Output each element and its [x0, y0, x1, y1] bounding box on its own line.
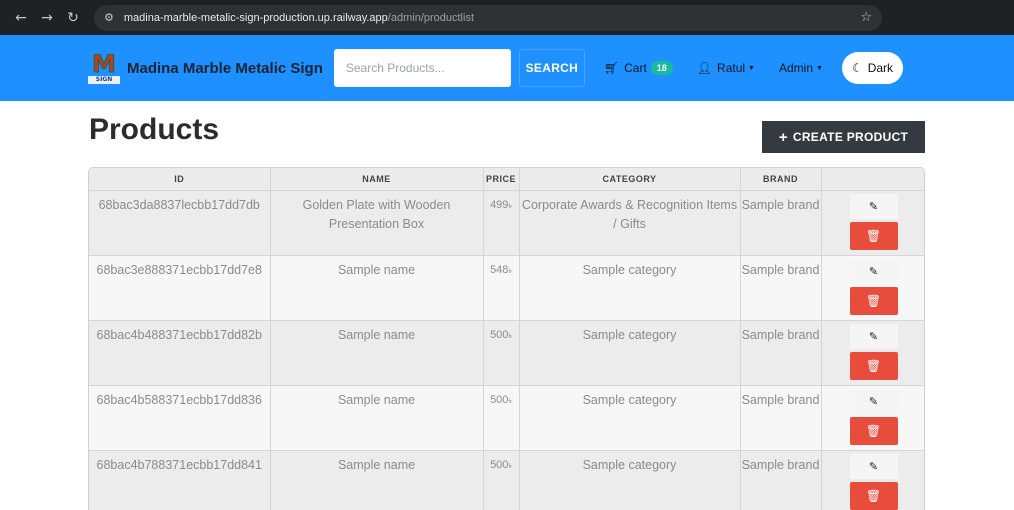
chevron-down-icon: ▼ [816, 64, 823, 72]
cell-name: Sample name [270, 255, 484, 321]
delete-button[interactable]: 🗑︎ [849, 416, 898, 445]
edit-button[interactable]: ✎ [849, 258, 898, 284]
edit-icon: ✎ [868, 200, 879, 213]
cell-name: Sample name [270, 320, 484, 386]
theme-label: Dark [867, 61, 894, 75]
header-brand: BRAND [740, 168, 822, 191]
cell-name: Sample name [270, 385, 484, 451]
cart-count-badge: 18 [650, 61, 673, 75]
create-product-button[interactable]: + CREATE PRODUCT [762, 121, 925, 153]
delete-button[interactable]: 🗑︎ [849, 286, 898, 315]
site-settings-icon[interactable]: ⚙ [104, 11, 114, 24]
cell-actions: ✎ 🗑︎ [821, 190, 924, 256]
cell-id: 68bac4b588371ecbb17dd836 [89, 385, 271, 451]
table-row: 68bac4b788371ecbb17dd841 Sample name 500… [89, 450, 924, 510]
edit-button[interactable]: ✎ [849, 388, 898, 414]
cell-brand: Sample brand [740, 255, 822, 321]
delete-button[interactable]: 🗑︎ [849, 351, 898, 380]
cell-brand: Sample brand [740, 385, 822, 451]
trash-icon: 🗑︎ [865, 358, 882, 373]
edit-icon: ✎ [868, 460, 879, 473]
delete-button[interactable]: 🗑︎ [849, 221, 898, 250]
table-row: 68bac3e888371ecbb17dd7e8 Sample name 548… [89, 255, 924, 321]
cart-icon: 🛒︎ [603, 61, 620, 75]
header-actions [821, 168, 924, 191]
browser-toolbar: ← → ↻ ⚙ madina-marble-metalic-sign-produ… [0, 0, 1014, 35]
edit-button[interactable]: ✎ [849, 323, 898, 349]
cell-category: Sample category [519, 255, 741, 321]
create-product-label: CREATE PRODUCT [792, 130, 909, 144]
cell-id: 68bac3da8837lecbb17dd7db [89, 190, 271, 256]
trash-icon: 🗑︎ [865, 293, 882, 308]
table-row: 68bac4b488371ecbb17dd82b Sample name 500… [89, 320, 924, 386]
cell-name: Golden Plate with Wooden Presentation Bo… [270, 190, 484, 256]
header-id: ID [89, 168, 271, 191]
cell-category: Corporate Awards & Recognition Items / G… [519, 190, 741, 256]
cell-price: 500৳ [483, 385, 520, 451]
url-text: madina-marble-metalic-sign-production.up… [123, 11, 475, 24]
edit-icon: ✎ [868, 330, 879, 343]
cell-price: 500৳ [483, 450, 520, 510]
brand-link[interactable]: M SIGN Madina Marble Metalic Sign [88, 52, 323, 84]
header-price: PRICE [483, 168, 520, 191]
app-navbar: M SIGN Madina Marble Metalic Sign SEARCH… [0, 35, 1014, 101]
cell-name: Sample name [270, 450, 484, 510]
cell-id: 68bac4b488371ecbb17dd82b [89, 320, 271, 386]
delete-button[interactable]: 🗑︎ [849, 481, 898, 510]
cell-brand: Sample brand [740, 320, 822, 386]
plus-icon: + [778, 128, 788, 146]
cell-category: Sample category [519, 385, 741, 451]
table-header-row: ID NAME PRICE CATEGORY BRAND [89, 168, 924, 191]
cell-actions: ✎ 🗑︎ [821, 450, 924, 510]
user-menu[interactable]: 👤︎ Ratul ▼ [697, 61, 755, 75]
cell-brand: Sample brand [740, 190, 822, 256]
forward-arrow-icon[interactable]: → [34, 5, 60, 31]
theme-toggle-button[interactable]: ☾ Dark [841, 52, 904, 84]
moon-icon: ☾ [851, 61, 863, 75]
products-table: ID NAME PRICE CATEGORY BRAND 68bac3da883… [88, 167, 925, 510]
page-title: Products [89, 113, 220, 146]
edit-button[interactable]: ✎ [849, 453, 898, 479]
header-name: NAME [270, 168, 484, 191]
search-input[interactable] [333, 49, 511, 87]
cell-price: 499৳ [483, 190, 520, 256]
chevron-down-icon: ▼ [748, 64, 755, 72]
edit-button[interactable]: ✎ [849, 193, 898, 219]
address-bar[interactable]: ⚙ madina-marble-metalic-sign-production.… [94, 4, 882, 31]
edit-icon: ✎ [868, 265, 879, 278]
cell-price: 500৳ [483, 320, 520, 386]
cell-brand: Sample brand [740, 450, 822, 510]
cell-actions: ✎ 🗑︎ [821, 385, 924, 451]
user-icon: 👤︎ [696, 61, 713, 75]
brand-logo: M SIGN [88, 52, 120, 84]
brand-name: Madina Marble Metalic Sign [127, 59, 323, 77]
trash-icon: 🗑︎ [865, 228, 882, 243]
edit-icon: ✎ [868, 395, 879, 408]
back-arrow-icon[interactable]: ← [8, 5, 34, 31]
cell-id: 68bac4b788371ecbb17dd841 [89, 450, 271, 510]
cell-category: Sample category [519, 450, 741, 510]
cell-price: 548৳ [483, 255, 520, 321]
trash-icon: 🗑︎ [865, 488, 882, 503]
search-button[interactable]: SEARCH [518, 49, 585, 87]
admin-label: Admin [778, 61, 813, 75]
cart-label: Cart [624, 61, 647, 75]
bookmark-star-icon[interactable]: ☆ [860, 10, 872, 25]
reload-icon[interactable]: ↻ [60, 5, 86, 31]
header-category: CATEGORY [519, 168, 741, 191]
trash-icon: 🗑︎ [865, 423, 882, 438]
table-row: 68bac4b588371ecbb17dd836 Sample name 500… [89, 385, 924, 451]
admin-menu[interactable]: Admin ▼ [779, 61, 823, 75]
user-name: Ratul [717, 61, 746, 75]
cell-category: Sample category [519, 320, 741, 386]
cell-id: 68bac3e888371ecbb17dd7e8 [89, 255, 271, 321]
cell-actions: ✎ 🗑︎ [821, 255, 924, 321]
cell-actions: ✎ 🗑︎ [821, 320, 924, 386]
cart-link[interactable]: 🛒︎ Cart 18 [604, 61, 673, 75]
table-row: 68bac3da8837lecbb17dd7db Golden Plate wi… [89, 190, 924, 256]
